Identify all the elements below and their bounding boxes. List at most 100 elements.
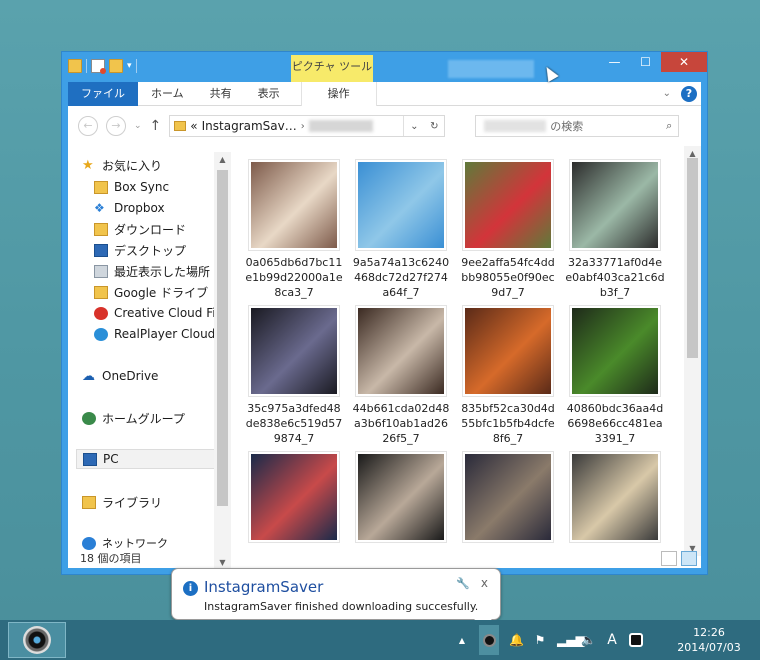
creative-cloud-icon	[94, 306, 108, 320]
file-thumbnail[interactable]	[462, 305, 554, 397]
sidebar-onedrive[interactable]: ☁ OneDrive	[82, 366, 158, 386]
sidebar-homegroup[interactable]: ホームグループ	[82, 408, 185, 428]
search-scope-redacted	[484, 120, 547, 132]
address-overflow[interactable]: «	[190, 119, 197, 133]
properties-icon[interactable]	[91, 59, 106, 74]
status-bar: 18 個の項目	[68, 548, 701, 568]
sidebar-pc[interactable]: PC	[76, 449, 226, 469]
file-tile[interactable]	[565, 451, 665, 547]
file-thumbnail[interactable]	[462, 159, 554, 251]
file-name: 40860bdc36aa4d6698e66cc481ea3391_7	[566, 402, 664, 445]
file-thumbnail[interactable]	[355, 305, 447, 397]
sidebar-label: デスクトップ	[114, 243, 187, 258]
file-name: 9a5a74a13c6240468dc72d27f274a64f_7	[352, 256, 450, 299]
sidebar-label: Google ドライブ	[114, 285, 209, 300]
ime-mode-indicator[interactable]: A	[605, 632, 619, 648]
dropbox-icon: ❖	[94, 200, 105, 215]
close-notification-button[interactable]: x	[481, 576, 488, 590]
file-tile[interactable]: 9ee2affa54fc4ddbb98055e0f90ec9d7_7	[458, 159, 558, 300]
file-tile[interactable]: 835bf52ca30d4d55bfc1b5fb4dcfe8f6_7	[458, 305, 558, 446]
sidebar-favorites[interactable]: ★ お気に入り	[82, 155, 162, 175]
folder-icon[interactable]	[68, 59, 82, 73]
back-button[interactable]: ←	[78, 116, 98, 136]
scroll-up-arrow[interactable]: ▲	[684, 149, 701, 158]
title-bar[interactable]: ▾ ピクチャ ツール — ☐ ✕	[62, 52, 707, 82]
sidebar-item-realplayer-cloud[interactable]: RealPlayer Cloud	[94, 324, 215, 344]
tab-share[interactable]: 共有	[197, 82, 245, 106]
address-separator[interactable]: ›	[301, 121, 305, 132]
sidebar-libraries[interactable]: ライブラリ	[82, 492, 162, 512]
file-tile[interactable]: 0a065db6d7bc11e1b99d22000a1e8ca3_7	[244, 159, 344, 300]
file-name: 835bf52ca30d4d55bfc1b5fb4dcfe8f6_7	[461, 402, 555, 445]
maximize-button[interactable]: ☐	[630, 52, 661, 72]
address-crumb-redacted[interactable]	[308, 120, 373, 132]
file-tile[interactable]	[458, 451, 558, 547]
file-thumbnail[interactable]	[248, 451, 340, 543]
address-bar[interactable]: « InstagramSav… › ⌄ ↻	[169, 115, 446, 137]
file-list-scrollbar[interactable]: ▲ ▼	[684, 146, 701, 556]
file-tile[interactable]	[351, 451, 451, 547]
notification-bell-icon[interactable]: 🔔	[509, 633, 524, 647]
customize-toolbar-icon[interactable]: ▾	[127, 61, 132, 71]
file-tile[interactable]: 9a5a74a13c6240468dc72d27f274a64f_7	[351, 159, 451, 300]
scroll-up-arrow[interactable]: ▲	[214, 155, 231, 164]
help-icon[interactable]: ?	[681, 85, 697, 102]
tray-instagramsaver[interactable]	[479, 625, 499, 655]
tab-home[interactable]: ホーム	[138, 82, 197, 106]
expand-ribbon-icon[interactable]: ⌄	[663, 88, 671, 99]
file-thumbnail[interactable]	[355, 451, 447, 543]
night-mode-icon[interactable]	[629, 633, 643, 647]
action-center-flag-icon[interactable]: ⚑	[533, 633, 547, 647]
search-icon[interactable]: ⌕	[666, 119, 672, 133]
navigation-pane-scrollbar[interactable]: ▲ ▼	[214, 152, 231, 570]
file-tile[interactable]	[244, 451, 344, 547]
file-thumbnail[interactable]	[569, 159, 661, 251]
file-thumbnail[interactable]	[569, 451, 661, 543]
taskbar-app-instagramsaver[interactable]	[8, 622, 66, 658]
sidebar-item-recent-places[interactable]: 最近表示した場所	[94, 261, 210, 281]
tab-view[interactable]: 表示	[245, 82, 293, 106]
search-input[interactable]: の検索 ⌕	[475, 115, 680, 137]
refresh-button[interactable]: ↻	[424, 121, 444, 132]
large-icons-view-button[interactable]	[681, 550, 697, 566]
scrollbar-thumb[interactable]	[687, 158, 698, 358]
notification-balloon[interactable]: i InstagramSaver InstagramSaver finished…	[171, 568, 501, 631]
scrollbar-thumb[interactable]	[217, 170, 228, 506]
details-view-button[interactable]	[661, 550, 677, 566]
sidebar-item-creative-cloud[interactable]: Creative Cloud Fi	[94, 303, 216, 323]
sidebar-item-dropbox[interactable]: ❖ Dropbox	[94, 198, 165, 218]
up-button[interactable]: ↑	[150, 118, 162, 134]
tab-file[interactable]: ファイル	[68, 81, 138, 106]
forward-button[interactable]: →	[106, 116, 126, 136]
new-folder-icon[interactable]	[109, 59, 123, 73]
file-thumbnail[interactable]	[355, 159, 447, 251]
file-tile[interactable]: 32a33771af0d4ee0abf403ca21c6db3f_7	[565, 159, 665, 300]
file-thumbnail[interactable]	[462, 451, 554, 543]
volume-icon[interactable]: 🔈	[581, 633, 596, 647]
minimize-button[interactable]: —	[599, 52, 630, 72]
recent-places-icon	[94, 264, 108, 278]
file-thumbnail[interactable]	[248, 159, 340, 251]
window-title-redacted	[448, 60, 534, 78]
folder-icon	[94, 222, 108, 236]
wrench-icon[interactable]: 🔧	[456, 577, 470, 590]
show-hidden-icons-button[interactable]: ▲	[455, 636, 469, 645]
sidebar-item-box-sync[interactable]: Box Sync	[94, 177, 169, 197]
address-crumb[interactable]: InstagramSav…	[202, 119, 297, 133]
file-tile[interactable]: 35c975a3dfed48de838e6c519d579874_7	[244, 305, 344, 446]
clock[interactable]: 12:26 2014/07/03	[671, 625, 747, 655]
sidebar-item-google-drive[interactable]: Google ドライブ	[94, 282, 208, 302]
sidebar-item-downloads[interactable]: ダウンロード	[94, 219, 186, 239]
close-button[interactable]: ✕	[661, 52, 707, 72]
file-tile[interactable]: 40860bdc36aa4d6698e66cc481ea3391_7	[565, 305, 665, 446]
sidebar-label: Creative Cloud Fi	[114, 306, 216, 320]
recent-locations-dropdown[interactable]: ⌄	[134, 121, 142, 131]
file-thumbnail[interactable]	[569, 305, 661, 397]
file-tile[interactable]: 44b661cda02d48a3b6f10ab1ad2626f5_7	[351, 305, 451, 446]
sidebar-item-desktop[interactable]: デスクトップ	[94, 240, 186, 260]
tab-manage[interactable]: 操作	[300, 81, 377, 106]
notification-message: InstagramSaver finished downloading succ…	[204, 600, 479, 613]
address-history-dropdown[interactable]: ⌄	[404, 121, 424, 132]
file-thumbnail[interactable]	[248, 305, 340, 397]
network-signal-icon[interactable]: ▂▄▆	[557, 633, 585, 647]
